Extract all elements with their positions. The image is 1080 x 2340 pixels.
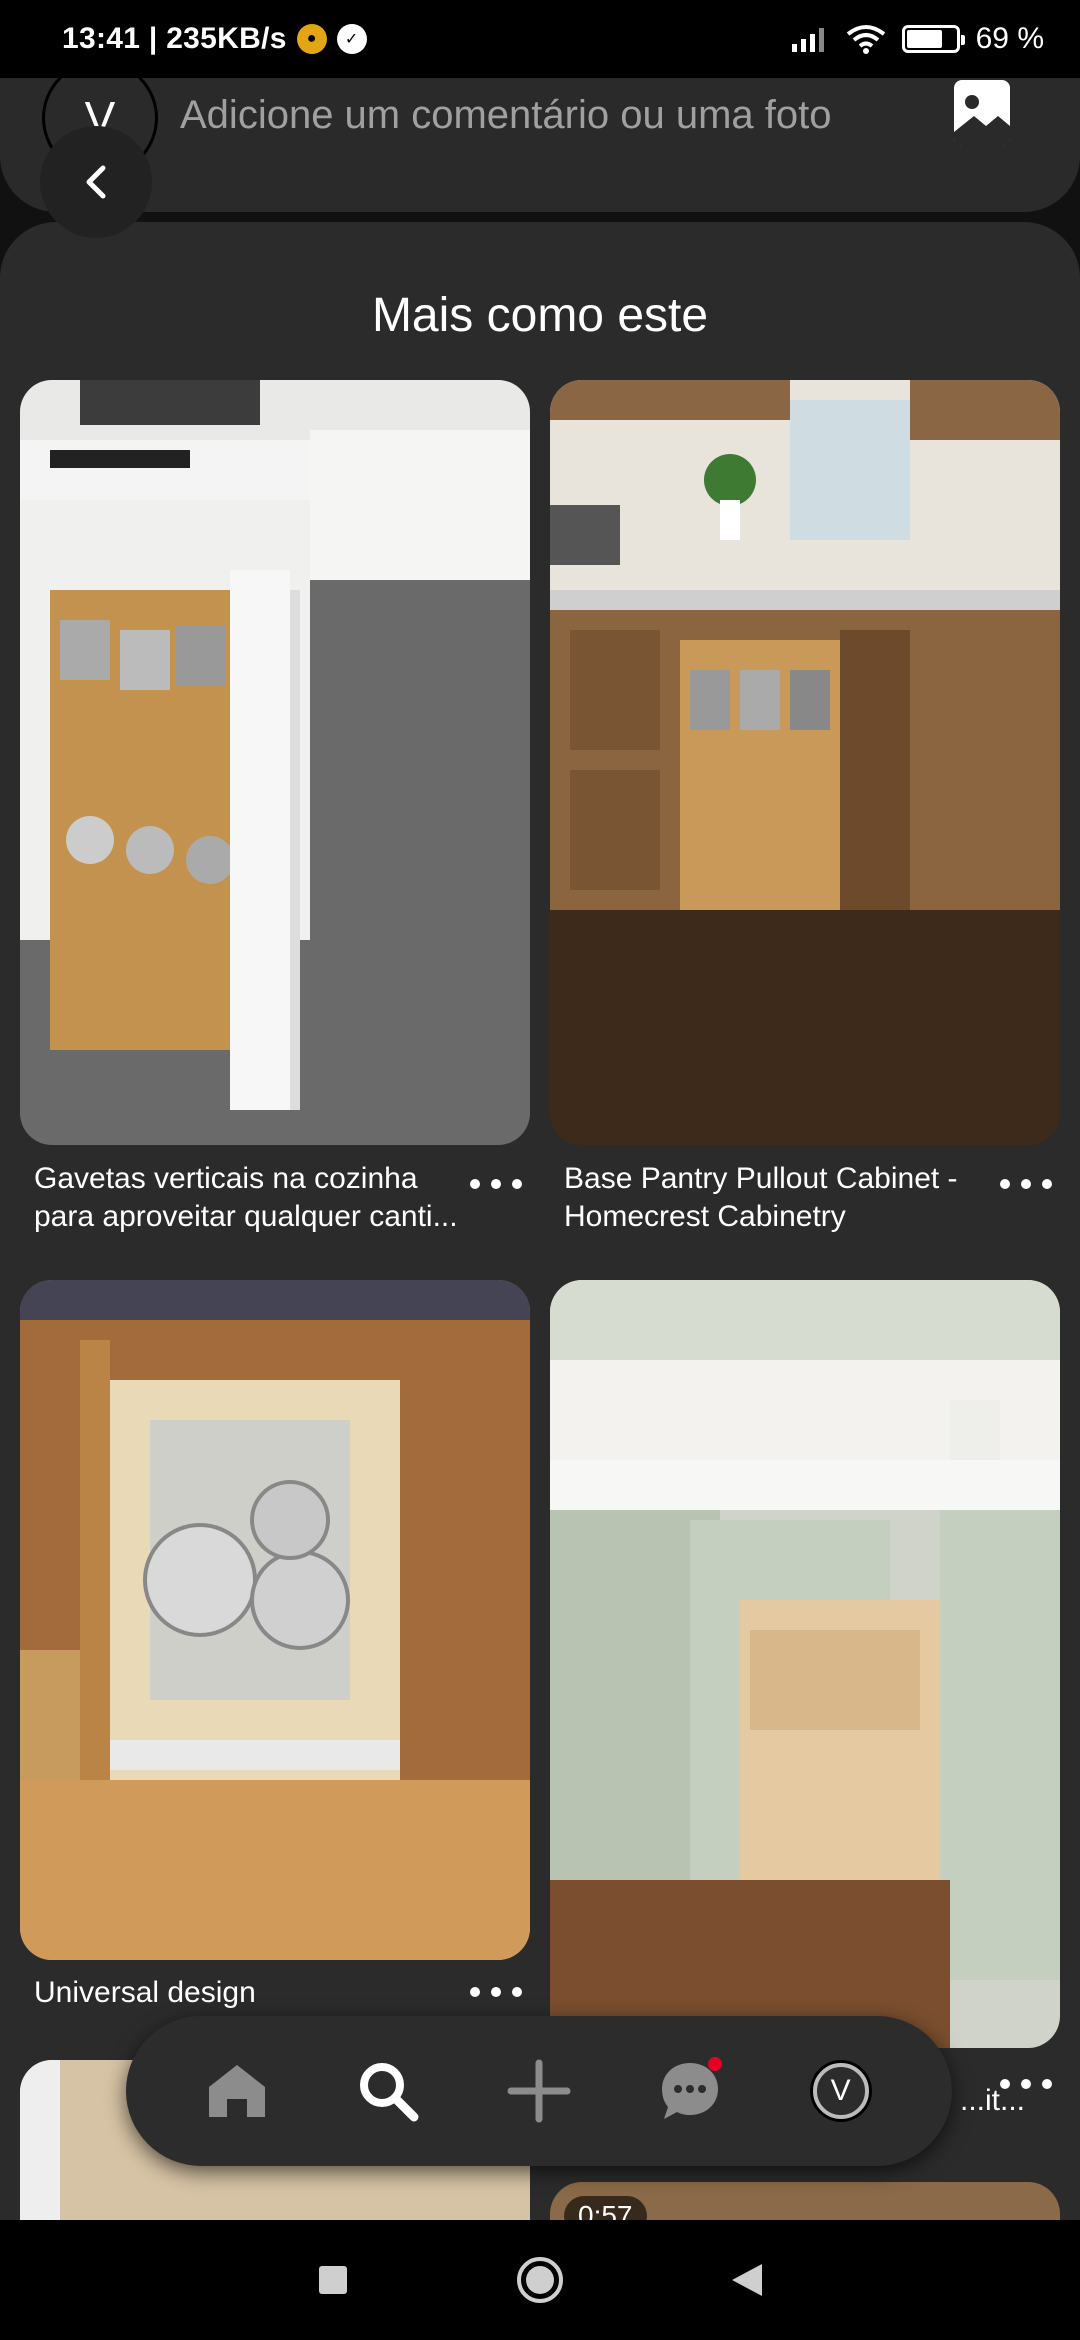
nav-profile[interactable]: V [791, 2041, 891, 2141]
pin-image-6[interactable]: 0:57 [550, 2182, 1060, 2222]
circle-home-icon [516, 2257, 563, 2303]
battery-icon [901, 25, 965, 53]
pin-more-button-4[interactable] [1000, 2069, 1052, 2099]
add-photo-icon[interactable] [950, 80, 1014, 152]
home-system-button[interactable] [500, 2240, 580, 2320]
notification-dot [707, 2057, 722, 2071]
recents-button[interactable] [293, 2240, 373, 2320]
section-title: Mais como este [371, 289, 709, 342]
profile-avatar-letter: V [830, 2074, 851, 2107]
back-system-button[interactable] [707, 2240, 787, 2320]
nav-search[interactable] [338, 2041, 438, 2141]
pin-caption-2[interactable]: Base Pantry Pullout Cabinet - Homecrest … [564, 1160, 1004, 1236]
pin-more-button-1[interactable] [470, 1169, 522, 1199]
signal-icon [791, 28, 824, 52]
status-bar: 13:41 | 235KB/s ● ✓ 69 % [0, 0, 1080, 78]
pin-caption-1[interactable]: Gavetas verticais na cozinha para aprove… [34, 1160, 474, 1236]
battery-level [906, 30, 943, 48]
system-navigation-bar [0, 2220, 1080, 2340]
pin-image-4[interactable] [550, 1280, 1060, 2048]
nav-create[interactable] [489, 2041, 589, 2141]
status-time-speed: 13:41 | 235KB/s [62, 22, 287, 55]
pin-more-button-3[interactable] [470, 1977, 522, 2007]
pin-caption-3[interactable]: Universal design [34, 1974, 474, 2012]
battery-percent: 69 % [975, 22, 1044, 55]
plus-icon [507, 2059, 571, 2123]
pin-image-3[interactable] [20, 1280, 530, 1960]
bottom-navigation: V [126, 2016, 952, 2166]
pin-more-button-2[interactable] [1000, 1169, 1052, 1199]
video-duration-badge: 0:57 [564, 2196, 647, 2222]
search-icon [360, 2063, 419, 2122]
triangle-back-icon [731, 2264, 762, 2296]
check-notification-icon: ✓ [336, 24, 367, 54]
nav-messages[interactable] [640, 2041, 740, 2141]
profile-avatar: V [812, 2063, 869, 2119]
pin-image-2[interactable] [550, 380, 1060, 1145]
app-notification-icon: ● [296, 24, 327, 54]
pin-image-1[interactable] [20, 380, 530, 1145]
back-button[interactable] [40, 126, 152, 238]
chevron-left-icon [86, 165, 106, 199]
nav-home[interactable] [187, 2041, 287, 2141]
related-pins-section: Mais como este Gavetas verticais na cozi… [0, 222, 1080, 2222]
wifi-icon [846, 25, 885, 54]
square-icon [319, 2266, 348, 2294]
home-icon [209, 2065, 266, 2117]
comment-input[interactable] [180, 80, 900, 150]
